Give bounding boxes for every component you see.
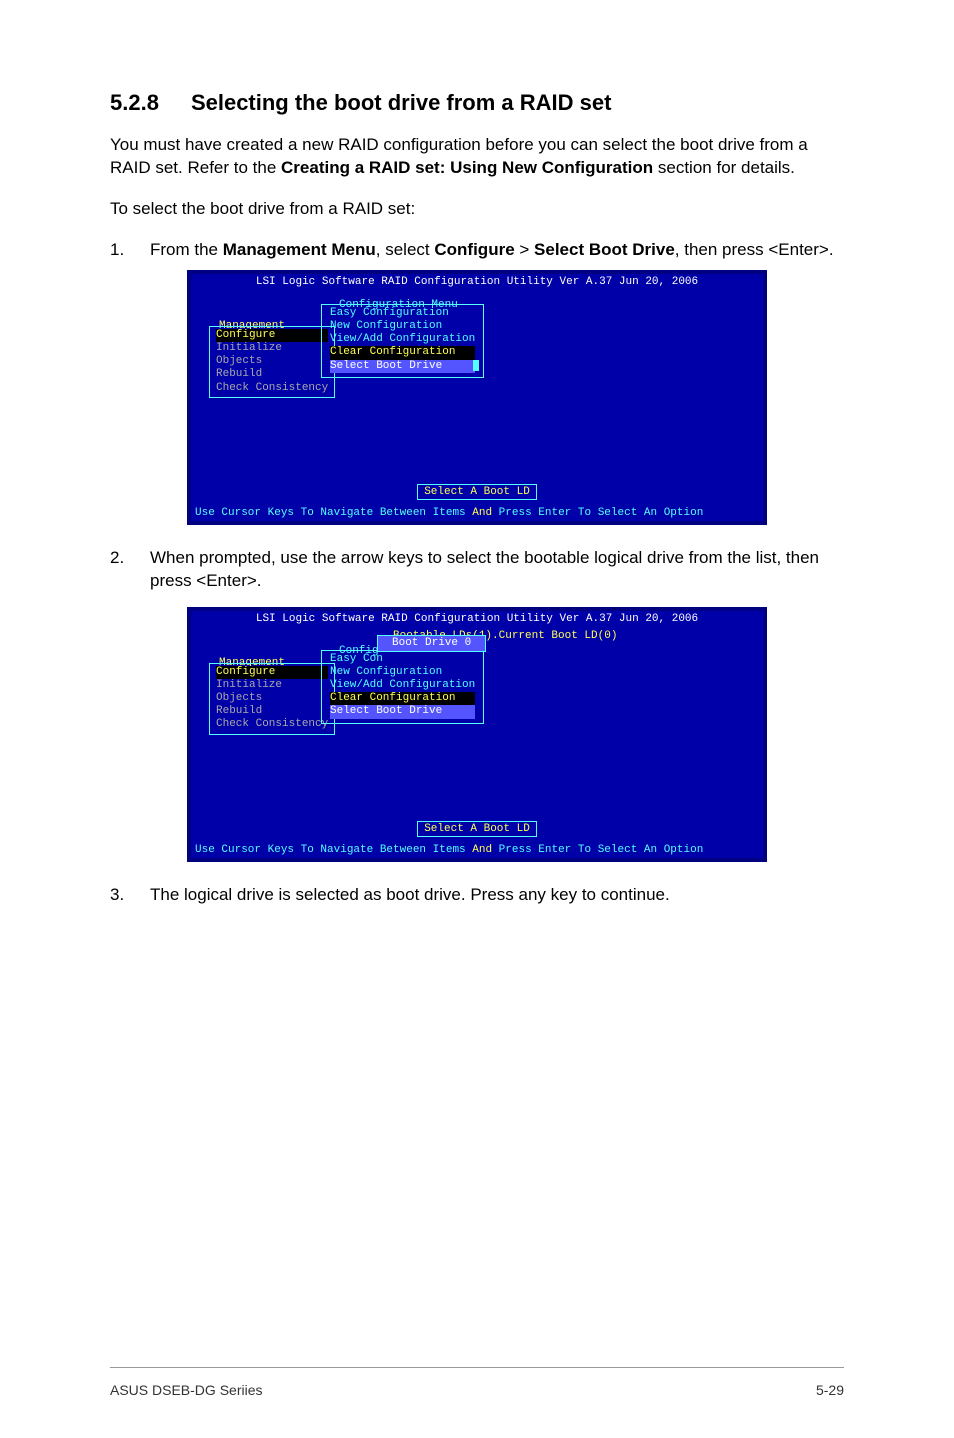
status-c: Press Enter To Select An Option (499, 507, 704, 519)
cursor-icon (473, 360, 479, 371)
mgmt-initialize: Initialize (216, 342, 328, 355)
paragraph-1-b: section for details. (653, 158, 795, 177)
status-a: Use Cursor Keys To Navigate Between Item… (195, 507, 466, 519)
step-2: 2. When prompted, use the arrow keys to … (110, 547, 844, 593)
step-1-text: From the Management Menu, select Configu… (150, 239, 844, 262)
heading-title: Selecting the boot drive from a RAID set (191, 90, 612, 115)
status-b-2: And (466, 844, 499, 856)
paragraph-1-bold: Creating a RAID set: Using New Configura… (281, 158, 653, 177)
step-1-span-g: , then press <Enter>. (675, 240, 834, 259)
mgmt-rebuild: Rebuild (216, 368, 328, 381)
cfg-new: New Configuration (330, 320, 475, 333)
paragraph-1: You must have created a new RAID configu… (110, 134, 844, 180)
footer-left: ASUS DSEB-DG Seriies (110, 1382, 262, 1398)
mgmt-initialize-2: Initialize (216, 679, 328, 692)
mgmt-check: Check Consistency (216, 382, 328, 395)
page-footer: ASUS DSEB-DG Seriies 5-29 (110, 1367, 844, 1438)
bootable-lds-box: Boot Drive 0 (377, 635, 486, 652)
select-boot-ld-hint: Select A Boot LD (417, 484, 537, 500)
cfg-clear-2: Clear Configuration (330, 692, 475, 705)
heading-number: 5.2.8 (110, 90, 159, 116)
paragraph-2: To select the boot drive from a RAID set… (110, 198, 844, 221)
step-3: 3. The logical drive is selected as boot… (110, 884, 844, 907)
mgmt-configure: Configure (216, 329, 328, 342)
footer-right: 5-29 (816, 1382, 844, 1398)
step-1-span-c: , select (376, 240, 435, 259)
step-1-span-e: > (515, 240, 534, 259)
management-menu-2: Configure Initialize Objects Rebuild Che… (209, 663, 335, 735)
step-1-bold-d: Configure (434, 240, 514, 259)
cfg-view-2: View/Add Configuration (330, 679, 475, 692)
bios-status-bar: Use Cursor Keys To Navigate Between Item… (191, 506, 763, 521)
mgmt-check-2: Check Consistency (216, 718, 328, 731)
status-a-2: Use Cursor Keys To Navigate Between Item… (195, 844, 466, 856)
step-1-span-a: From the (150, 240, 223, 259)
step-1-number: 1. (110, 239, 150, 262)
step-3-text: The logical drive is selected as boot dr… (150, 884, 844, 907)
step-1: 1. From the Management Menu, select Conf… (110, 239, 844, 262)
cfg-select-boot-drive-2: Select Boot Drive (330, 705, 475, 718)
step-2-number: 2. (110, 547, 150, 593)
mgmt-objects: Objects (216, 355, 328, 368)
section-heading: 5.2.8 Selecting the boot drive from a RAI… (110, 90, 844, 116)
bios-title-bar-2: LSI Logic Software RAID Configuration Ut… (191, 611, 763, 627)
bios-screenshot-2: LSI Logic Software RAID Configuration Ut… (187, 607, 767, 862)
cfg-new-2: New Configuration (330, 666, 475, 679)
bios-status-bar-2: Use Cursor Keys To Navigate Between Item… (191, 843, 763, 858)
status-c-2: Press Enter To Select An Option (499, 844, 704, 856)
bios-screenshot-1: LSI Logic Software RAID Configuration Ut… (187, 270, 767, 525)
step-1-bold-f: Select Boot Drive (534, 240, 675, 259)
cfg-easy-2: Easy Con (330, 653, 475, 666)
configuration-menu: Easy Configuration New Configuration Vie… (321, 304, 484, 378)
cfg-easy: Easy Configuration (330, 307, 475, 320)
mgmt-configure-2: Configure (216, 666, 328, 679)
cfg-select-boot-drive: Select Boot Drive (330, 360, 475, 373)
mgmt-rebuild-2: Rebuild (216, 705, 328, 718)
step-1-bold-b: Management Menu (223, 240, 376, 259)
cfg-clear: Clear Configuration (330, 346, 475, 359)
mgmt-objects-2: Objects (216, 692, 328, 705)
bios-title-bar: LSI Logic Software RAID Configuration Ut… (191, 274, 763, 290)
status-b: And (466, 507, 499, 519)
step-2-text: When prompted, use the arrow keys to sel… (150, 547, 844, 593)
select-boot-ld-hint-2: Select A Boot LD (417, 821, 537, 837)
cfg-view: View/Add Configuration (330, 333, 475, 346)
step-3-number: 3. (110, 884, 150, 907)
management-menu: Configure Initialize Objects Rebuild Che… (209, 326, 335, 398)
configuration-menu-2: Easy Con New Configuration View/Add Conf… (321, 650, 484, 724)
